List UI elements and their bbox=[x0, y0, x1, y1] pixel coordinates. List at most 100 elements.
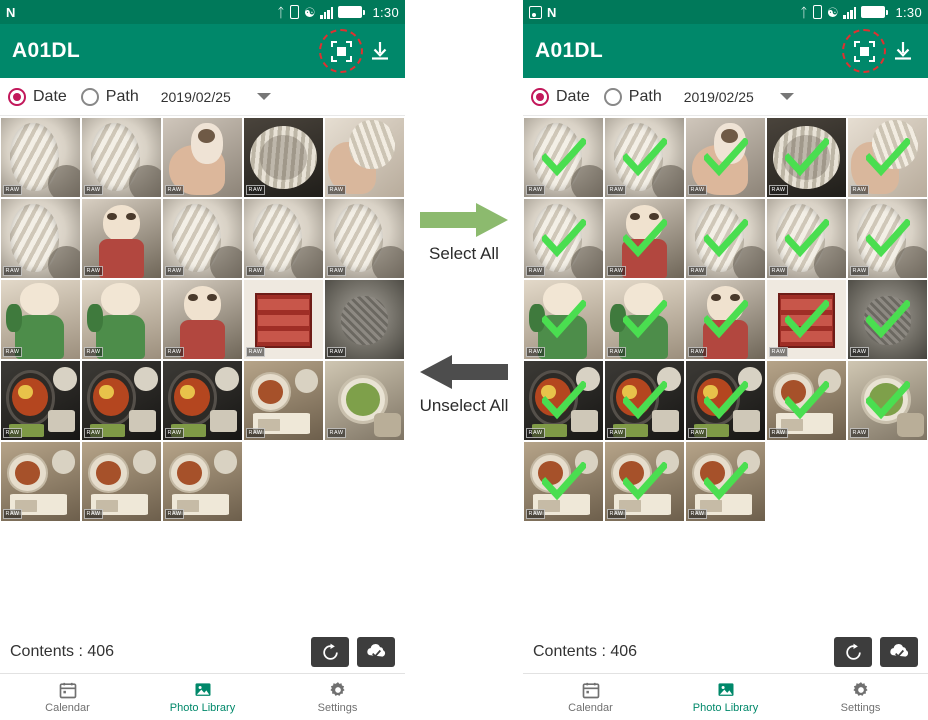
thumbnail[interactable]: RAW bbox=[524, 199, 603, 278]
thumbnail[interactable]: RAW bbox=[163, 199, 242, 278]
raw-badge: RAW bbox=[607, 347, 627, 357]
radio-path[interactable] bbox=[603, 87, 622, 106]
radio-path-label: Path bbox=[628, 87, 662, 105]
thumbnail[interactable]: RAW bbox=[605, 442, 684, 521]
thumbnail[interactable]: RAW bbox=[163, 442, 242, 521]
thumbnail[interactable]: RAW bbox=[1, 199, 80, 278]
raw-badge: RAW bbox=[607, 185, 627, 195]
select-all-button[interactable] bbox=[319, 29, 363, 73]
wifi-icon: ☯ bbox=[303, 4, 316, 20]
thumbnail[interactable]: RAW bbox=[605, 280, 684, 359]
thumbnail[interactable]: RAW bbox=[1, 361, 80, 440]
thumbnail[interactable]: RAW bbox=[244, 280, 323, 359]
battery-icon bbox=[338, 6, 366, 18]
thumbnail[interactable]: RAW bbox=[325, 280, 404, 359]
chevron-down-icon[interactable] bbox=[256, 93, 271, 100]
thumbnail[interactable]: RAW bbox=[244, 118, 323, 197]
selected-check-icon bbox=[541, 299, 586, 340]
nav-label-settings: Settings bbox=[840, 702, 881, 714]
status-bar: N ᛏ ☯ 1:30 bbox=[0, 0, 405, 24]
thumbnail[interactable]: RAW bbox=[163, 118, 242, 197]
thumbnail[interactable]: RAW bbox=[244, 361, 323, 440]
thumbnail[interactable]: RAW bbox=[767, 280, 846, 359]
selected-check-icon bbox=[703, 461, 748, 502]
photo-library-icon bbox=[195, 683, 210, 696]
footer-area: Contents : 406 Calendar Photo Library Se… bbox=[523, 631, 928, 720]
thumbnail[interactable]: RAW bbox=[686, 361, 765, 440]
radio-path[interactable] bbox=[80, 87, 99, 106]
thumbnail[interactable]: RAW bbox=[1, 442, 80, 521]
gear-icon bbox=[329, 682, 345, 696]
raw-badge: RAW bbox=[607, 428, 627, 438]
thumbnail[interactable]: RAW bbox=[325, 361, 404, 440]
nav-item-calendar[interactable]: Calendar bbox=[523, 674, 658, 720]
nav-item-settings[interactable]: Settings bbox=[793, 674, 928, 720]
filter-row: Date Path 2019/02/25 bbox=[523, 78, 928, 116]
radio-date[interactable] bbox=[531, 87, 549, 106]
refresh-button[interactable] bbox=[834, 637, 872, 667]
thumbnail[interactable]: RAW bbox=[848, 361, 927, 440]
selected-check-icon bbox=[865, 299, 910, 340]
raw-badge: RAW bbox=[246, 428, 266, 438]
arrow-left-icon bbox=[420, 355, 508, 389]
thumbnail[interactable]: RAW bbox=[605, 361, 684, 440]
raw-badge: RAW bbox=[165, 185, 185, 195]
nav-item-photo-library[interactable]: Photo Library bbox=[135, 674, 270, 720]
thumbnail[interactable]: RAW bbox=[848, 199, 927, 278]
thumbnail[interactable]: RAW bbox=[82, 442, 161, 521]
raw-badge: RAW bbox=[607, 266, 627, 276]
thumbnail[interactable]: RAW bbox=[686, 118, 765, 197]
thumbnail[interactable]: RAW bbox=[524, 118, 603, 197]
photo-grid[interactable]: RAW RAW RAW RAW RAW RAW RAW RAW RAW RAW RAW RAW RAW R… bbox=[0, 116, 405, 521]
selected-check-icon bbox=[703, 137, 748, 178]
thumbnail[interactable]: RAW bbox=[1, 280, 80, 359]
photo-grid[interactable]: RAW RAW RAW RAW RAW RAW RAW RAW RAW RAW RAW RAW RAW R… bbox=[523, 116, 928, 521]
selected-check-icon bbox=[865, 137, 910, 178]
thumbnail[interactable]: RAW bbox=[82, 361, 161, 440]
thumbnail[interactable]: RAW bbox=[325, 199, 404, 278]
thumbnail[interactable]: RAW bbox=[82, 118, 161, 197]
select-all-button[interactable] bbox=[842, 29, 886, 73]
thumbnail[interactable]: RAW bbox=[163, 280, 242, 359]
thumbnail[interactable]: RAW bbox=[767, 361, 846, 440]
thumbnail[interactable]: RAW bbox=[82, 280, 161, 359]
date-value[interactable]: 2019/02/25 bbox=[684, 89, 754, 105]
thumbnail[interactable]: RAW bbox=[605, 118, 684, 197]
thumbnail[interactable]: RAW bbox=[244, 199, 323, 278]
raw-badge: RAW bbox=[327, 428, 347, 438]
thumbnail[interactable]: RAW bbox=[82, 199, 161, 278]
refresh-button[interactable] bbox=[311, 637, 349, 667]
thumbnail[interactable]: RAW bbox=[848, 118, 927, 197]
contents-row: Contents : 406 bbox=[0, 631, 405, 673]
thumbnail[interactable]: RAW bbox=[605, 199, 684, 278]
download-all-button[interactable] bbox=[880, 637, 918, 667]
raw-badge: RAW bbox=[3, 347, 23, 357]
thumbnail[interactable]: RAW bbox=[1, 118, 80, 197]
nav-item-settings[interactable]: Settings bbox=[270, 674, 405, 720]
thumbnail[interactable]: RAW bbox=[848, 280, 927, 359]
image-icon bbox=[529, 5, 542, 19]
thumbnail[interactable]: RAW bbox=[524, 442, 603, 521]
download-button[interactable] bbox=[367, 38, 393, 64]
chevron-down-icon[interactable] bbox=[779, 93, 794, 100]
thumbnail[interactable]: RAW bbox=[686, 442, 765, 521]
wifi-icon: ☯ bbox=[826, 4, 839, 20]
thumbnail[interactable]: RAW bbox=[524, 280, 603, 359]
download-button[interactable] bbox=[890, 38, 916, 64]
nav-item-photo-library[interactable]: Photo Library bbox=[658, 674, 793, 720]
raw-badge: RAW bbox=[165, 509, 185, 519]
thumbnail[interactable]: RAW bbox=[325, 118, 404, 197]
download-all-button[interactable] bbox=[357, 637, 395, 667]
contents-count: Contents : 406 bbox=[10, 643, 115, 660]
radio-date[interactable] bbox=[8, 87, 26, 106]
thumbnail[interactable]: RAW bbox=[163, 361, 242, 440]
thumbnail[interactable]: RAW bbox=[686, 199, 765, 278]
thumbnail[interactable]: RAW bbox=[524, 361, 603, 440]
thumbnail[interactable]: RAW bbox=[767, 118, 846, 197]
nav-item-calendar[interactable]: Calendar bbox=[0, 674, 135, 720]
date-value[interactable]: 2019/02/25 bbox=[161, 89, 231, 105]
n-icon: N bbox=[547, 4, 557, 20]
footer-area: Contents : 406 Calendar Photo Library Se… bbox=[0, 631, 405, 720]
thumbnail[interactable]: RAW bbox=[767, 199, 846, 278]
thumbnail[interactable]: RAW bbox=[686, 280, 765, 359]
